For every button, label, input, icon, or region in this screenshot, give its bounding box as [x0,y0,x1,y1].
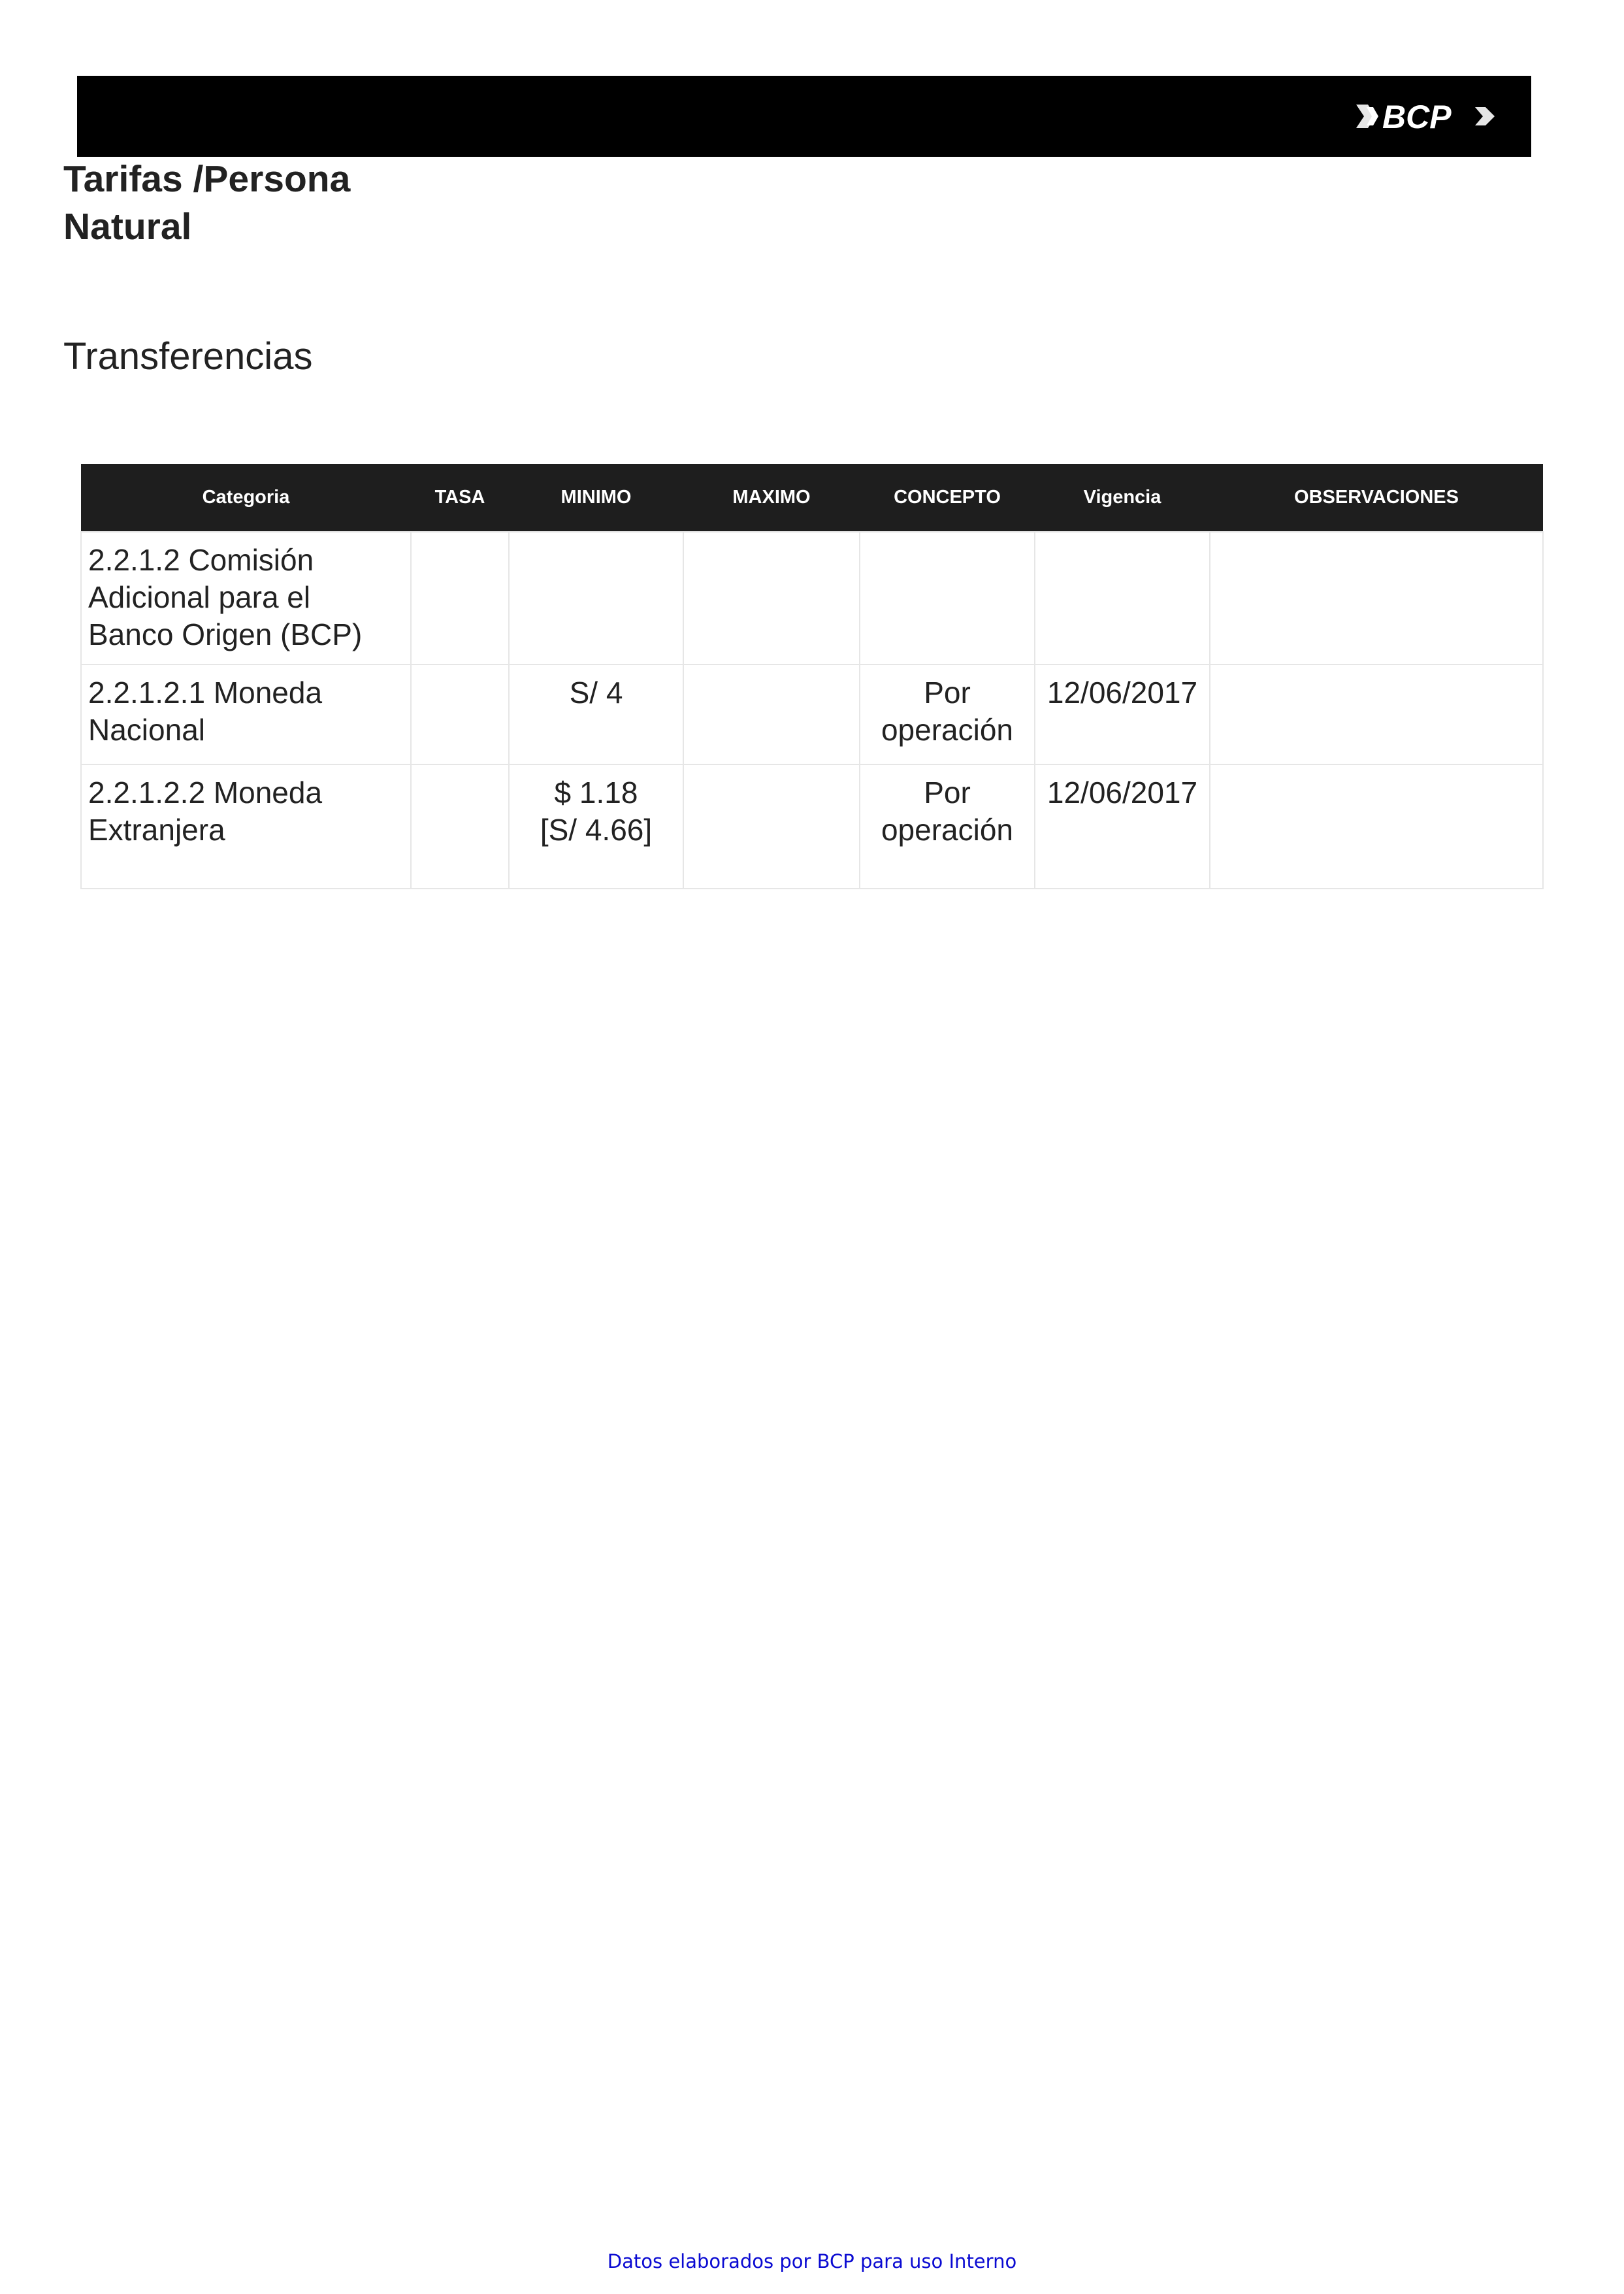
column-header-tasa: TASA [411,464,509,532]
cell-vigencia: 12/06/2017 [1034,764,1210,889]
column-header-concepto: CONCEPTO [860,464,1035,532]
cell-minimo-value: S/ 4 [569,676,623,710]
column-header-categoria: Categoria [81,464,411,532]
table-row: 2.2.1.2.1 Moneda Nacional S/ 4 Por opera… [80,664,1544,765]
cell-categoria: 2.2.1.2.1 Moneda Nacional [80,664,412,765]
column-header-maximo: MAXIMO [683,464,860,532]
cell-maximo [683,764,860,889]
cell-concepto: Por operación [859,764,1035,889]
cell-observaciones [1209,664,1544,765]
cell-maximo [683,664,860,765]
column-header-vigencia: Vigencia [1035,464,1210,532]
cell-minimo [508,531,684,665]
table-row: 2.2.1.2.2 Moneda Extranjera $ 1.18 [S/ 4.… [80,764,1544,889]
table-row: 2.2.1.2 Comisión Adicional para el Banco… [80,531,1544,665]
footer-note: Datos elaborados por BCP para uso Intern… [607,2250,1017,2272]
document-title: Tarifas /Persona Natural [63,158,351,248]
cell-categoria: 2.2.1.2 Comisión Adicional para el Banco… [80,531,412,665]
cell-observaciones [1209,764,1544,889]
cell-minimo-value: $ 1.18 [554,776,638,810]
section-title: Transferencias [63,335,313,378]
cell-minimo: S/ 4 [508,664,684,765]
cell-vigencia: 12/06/2017 [1034,664,1210,765]
cell-tasa [410,531,510,665]
cell-tasa [410,664,510,765]
cell-tasa [410,764,510,889]
header-bar: BCP [77,76,1531,157]
table-header-row: Categoria TASA MINIMO MAXIMO CONCEPTO Vi… [81,464,1543,532]
cell-concepto [859,531,1035,665]
cell-minimo-alt-value: [S/ 4.66] [540,813,653,847]
cell-concepto: Por operación [859,664,1035,765]
cell-categoria: 2.2.1.2.2 Moneda Extranjera [80,764,412,889]
cell-observaciones [1209,531,1544,665]
logo-text: BCP [1382,99,1452,135]
bcp-logo: BCP [1354,98,1504,135]
rates-table: Categoria TASA MINIMO MAXIMO CONCEPTO Vi… [80,464,1544,889]
column-header-minimo: MINIMO [509,464,683,532]
column-header-observaciones: OBSERVACIONES [1210,464,1543,532]
cell-minimo: $ 1.18 [S/ 4.66] [508,764,684,889]
bcp-logo-icon: BCP [1356,99,1495,135]
cell-maximo [683,531,860,665]
cell-vigencia [1034,531,1210,665]
